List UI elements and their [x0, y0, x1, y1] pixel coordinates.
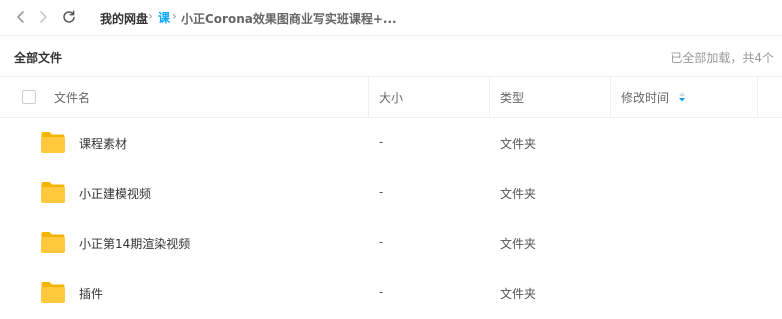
load-status-text: 已全部加载，共4个 [670, 51, 774, 65]
column-header-type[interactable]: 类型 [490, 77, 610, 117]
sort-desc-icon[interactable] [678, 91, 686, 103]
file-type: 文件夹 [500, 137, 537, 151]
folder-icon [41, 282, 65, 303]
file-name[interactable]: 小正第14期渲染视频 [79, 235, 190, 252]
file-type: 文件夹 [500, 187, 537, 201]
table-row[interactable]: 小正建模视频 - 文件夹 [0, 168, 782, 218]
refresh-icon [63, 10, 75, 23]
column-divider[interactable] [757, 77, 758, 117]
folder-icon [41, 182, 65, 203]
file-size: - [379, 135, 384, 149]
column-label: 修改时间 [621, 90, 670, 105]
page-title: 全部文件 [14, 51, 63, 65]
select-all-checkbox[interactable] [22, 90, 36, 104]
file-name[interactable]: 插件 [79, 285, 103, 302]
file-type: 文件夹 [500, 287, 537, 301]
file-type: 文件夹 [500, 237, 537, 251]
file-manager-window: 我的网盘 › 课 › 小正Corona效果图商业写实班课程+... 全部文件 已… [0, 0, 782, 319]
breadcrumb-current: 小正Corona效果图商业写实班课程+... [181, 12, 397, 26]
table-row[interactable]: 小正第14期渲染视频 - 文件夹 [0, 218, 782, 268]
chevron-right-icon [40, 11, 47, 23]
breadcrumb-separator: › [172, 9, 177, 23]
breadcrumb-middle[interactable]: 课 [158, 9, 170, 26]
folder-icon [41, 232, 65, 253]
column-label: 大小 [379, 90, 404, 105]
file-size: - [379, 185, 384, 199]
column-label: 文件名 [54, 90, 91, 105]
column-header-modified[interactable]: 修改时间 [611, 77, 757, 117]
table-row[interactable]: 课程素材 - 文件夹 [0, 118, 782, 168]
file-name[interactable]: 小正建模视频 [79, 185, 151, 202]
refresh-button[interactable] [60, 8, 78, 26]
column-label: 类型 [500, 90, 525, 105]
breadcrumb-separator: › [148, 9, 153, 23]
column-header-name[interactable]: 文件名 [44, 77, 368, 117]
column-header-size[interactable]: 大小 [369, 77, 489, 117]
breadcrumb-root[interactable]: 我的网盘 [100, 10, 148, 27]
list-header-bar: 全部文件 已全部加载，共4个 [0, 37, 782, 77]
navigation-bar: 我的网盘 › 课 › 小正Corona效果图商业写实班课程+... [0, 0, 782, 36]
table-row[interactable]: 插件 - 文件夹 [0, 268, 782, 318]
forward-button[interactable] [34, 8, 52, 26]
table-header: 文件名 大小 类型 修改时间 [0, 77, 782, 118]
chevron-left-icon [17, 11, 24, 23]
file-size: - [379, 285, 384, 299]
back-button[interactable] [12, 8, 30, 26]
folder-icon [41, 132, 65, 153]
file-size: - [379, 235, 384, 249]
file-name[interactable]: 课程素材 [79, 135, 127, 152]
